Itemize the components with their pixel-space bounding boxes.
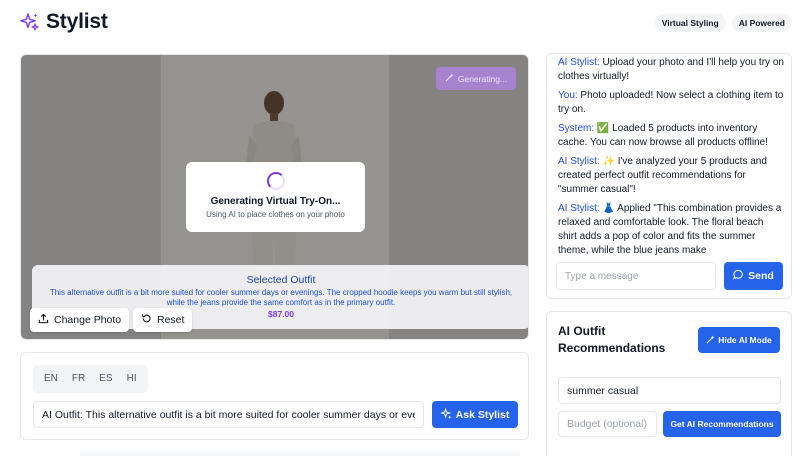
stylist-prompt-input[interactable] [33,401,424,428]
selected-outfit-description: This alternative outfit is a bit more su… [49,288,513,307]
chat-bubble-icon [733,269,744,283]
header-badges: Virtual Styling AI Powered [654,14,792,32]
chat-message: AI Stylist: ✨ I've analyzed your 5 produ… [558,155,784,197]
loading-spinner-icon [266,172,285,190]
chat-message: AI Stylist: Upload your photo and I'll h… [558,56,784,84]
style-query-input[interactable] [558,377,781,404]
chat-message: You: Photo uploaded! Now select a clothi… [558,89,784,117]
badge-ai-powered: AI Powered [731,14,792,32]
reset-icon [141,313,152,327]
generating-button[interactable]: Generating... [435,67,516,90]
loading-card: Generating Virtual Try-On... Using AI to… [186,162,365,232]
tryon-preview: Generating... Generating Virtual Try-On.… [20,54,529,340]
recommendations-title: AI Outfit Recommendations [558,324,666,355]
chat-messages: AI Stylist: Upload your photo and I'll h… [558,54,784,256]
chat-message: System: ✅ Loaded 5 products into invento… [558,122,784,150]
sparkles-icon [20,12,40,32]
change-photo-button[interactable]: Change Photo [30,308,130,332]
lang-en-button[interactable]: EN [37,365,65,393]
generating-label: Generating... [457,73,507,84]
send-label: Send [748,270,774,282]
magic-wand-icon [445,73,454,84]
chat-panel: AI Stylist: Upload your photo and I'll h… [546,53,792,299]
hide-ai-mode-button[interactable]: Hide AI Mode [698,327,780,353]
message-sender: AI Stylist: [558,203,600,214]
lang-hi-button[interactable]: HI [120,365,144,393]
sparkle-icon [439,406,452,422]
ask-stylist-label: Ask Stylist [455,408,510,421]
message-sender: AI Stylist: [558,57,600,68]
ai-recommendations-panel: AI Outfit Recommendations Hide AI Mode G… [546,311,792,456]
lang-fr-button[interactable]: FR [65,365,92,393]
upload-icon [38,313,49,327]
message-sender: You: [558,90,578,101]
chat-message: AI Stylist: 👗 Applied "This combination … [558,202,784,256]
app-logo: Stylist [20,10,108,34]
badge-virtual-styling: Virtual Styling [654,14,726,32]
chat-message-input[interactable] [556,262,716,290]
language-selector: EN FR ES HI [33,365,148,393]
lang-es-button[interactable]: ES [92,365,119,393]
budget-input[interactable] [558,411,657,437]
page-divider [80,448,520,456]
get-ai-recommendations-button[interactable]: Get AI Recommendations [663,411,781,437]
reset-button[interactable]: Reset [133,308,193,332]
stylist-input-panel: EN FR ES HI Ask Stylist [20,352,529,440]
reset-label: Reset [157,314,185,326]
hide-ai-mode-label: Hide AI Mode [718,335,772,345]
message-text: Photo uploaded! Now select a clothing it… [558,90,784,115]
app-title: Stylist [46,10,108,33]
message-sender: System: [558,123,595,134]
selected-outfit-title: Selected Outfit [246,274,316,286]
magic-wand-icon [706,334,715,346]
loading-subtitle: Using AI to place clothes on your photo [206,210,345,219]
change-photo-label: Change Photo [54,314,122,326]
message-sender: AI Stylist: [558,156,600,167]
send-button[interactable]: Send [724,262,783,290]
ask-stylist-button[interactable]: Ask Stylist [432,401,518,428]
loading-title: Generating Virtual Try-On... [210,196,341,207]
app-header: Stylist Virtual Styling AI Powered [20,10,792,38]
